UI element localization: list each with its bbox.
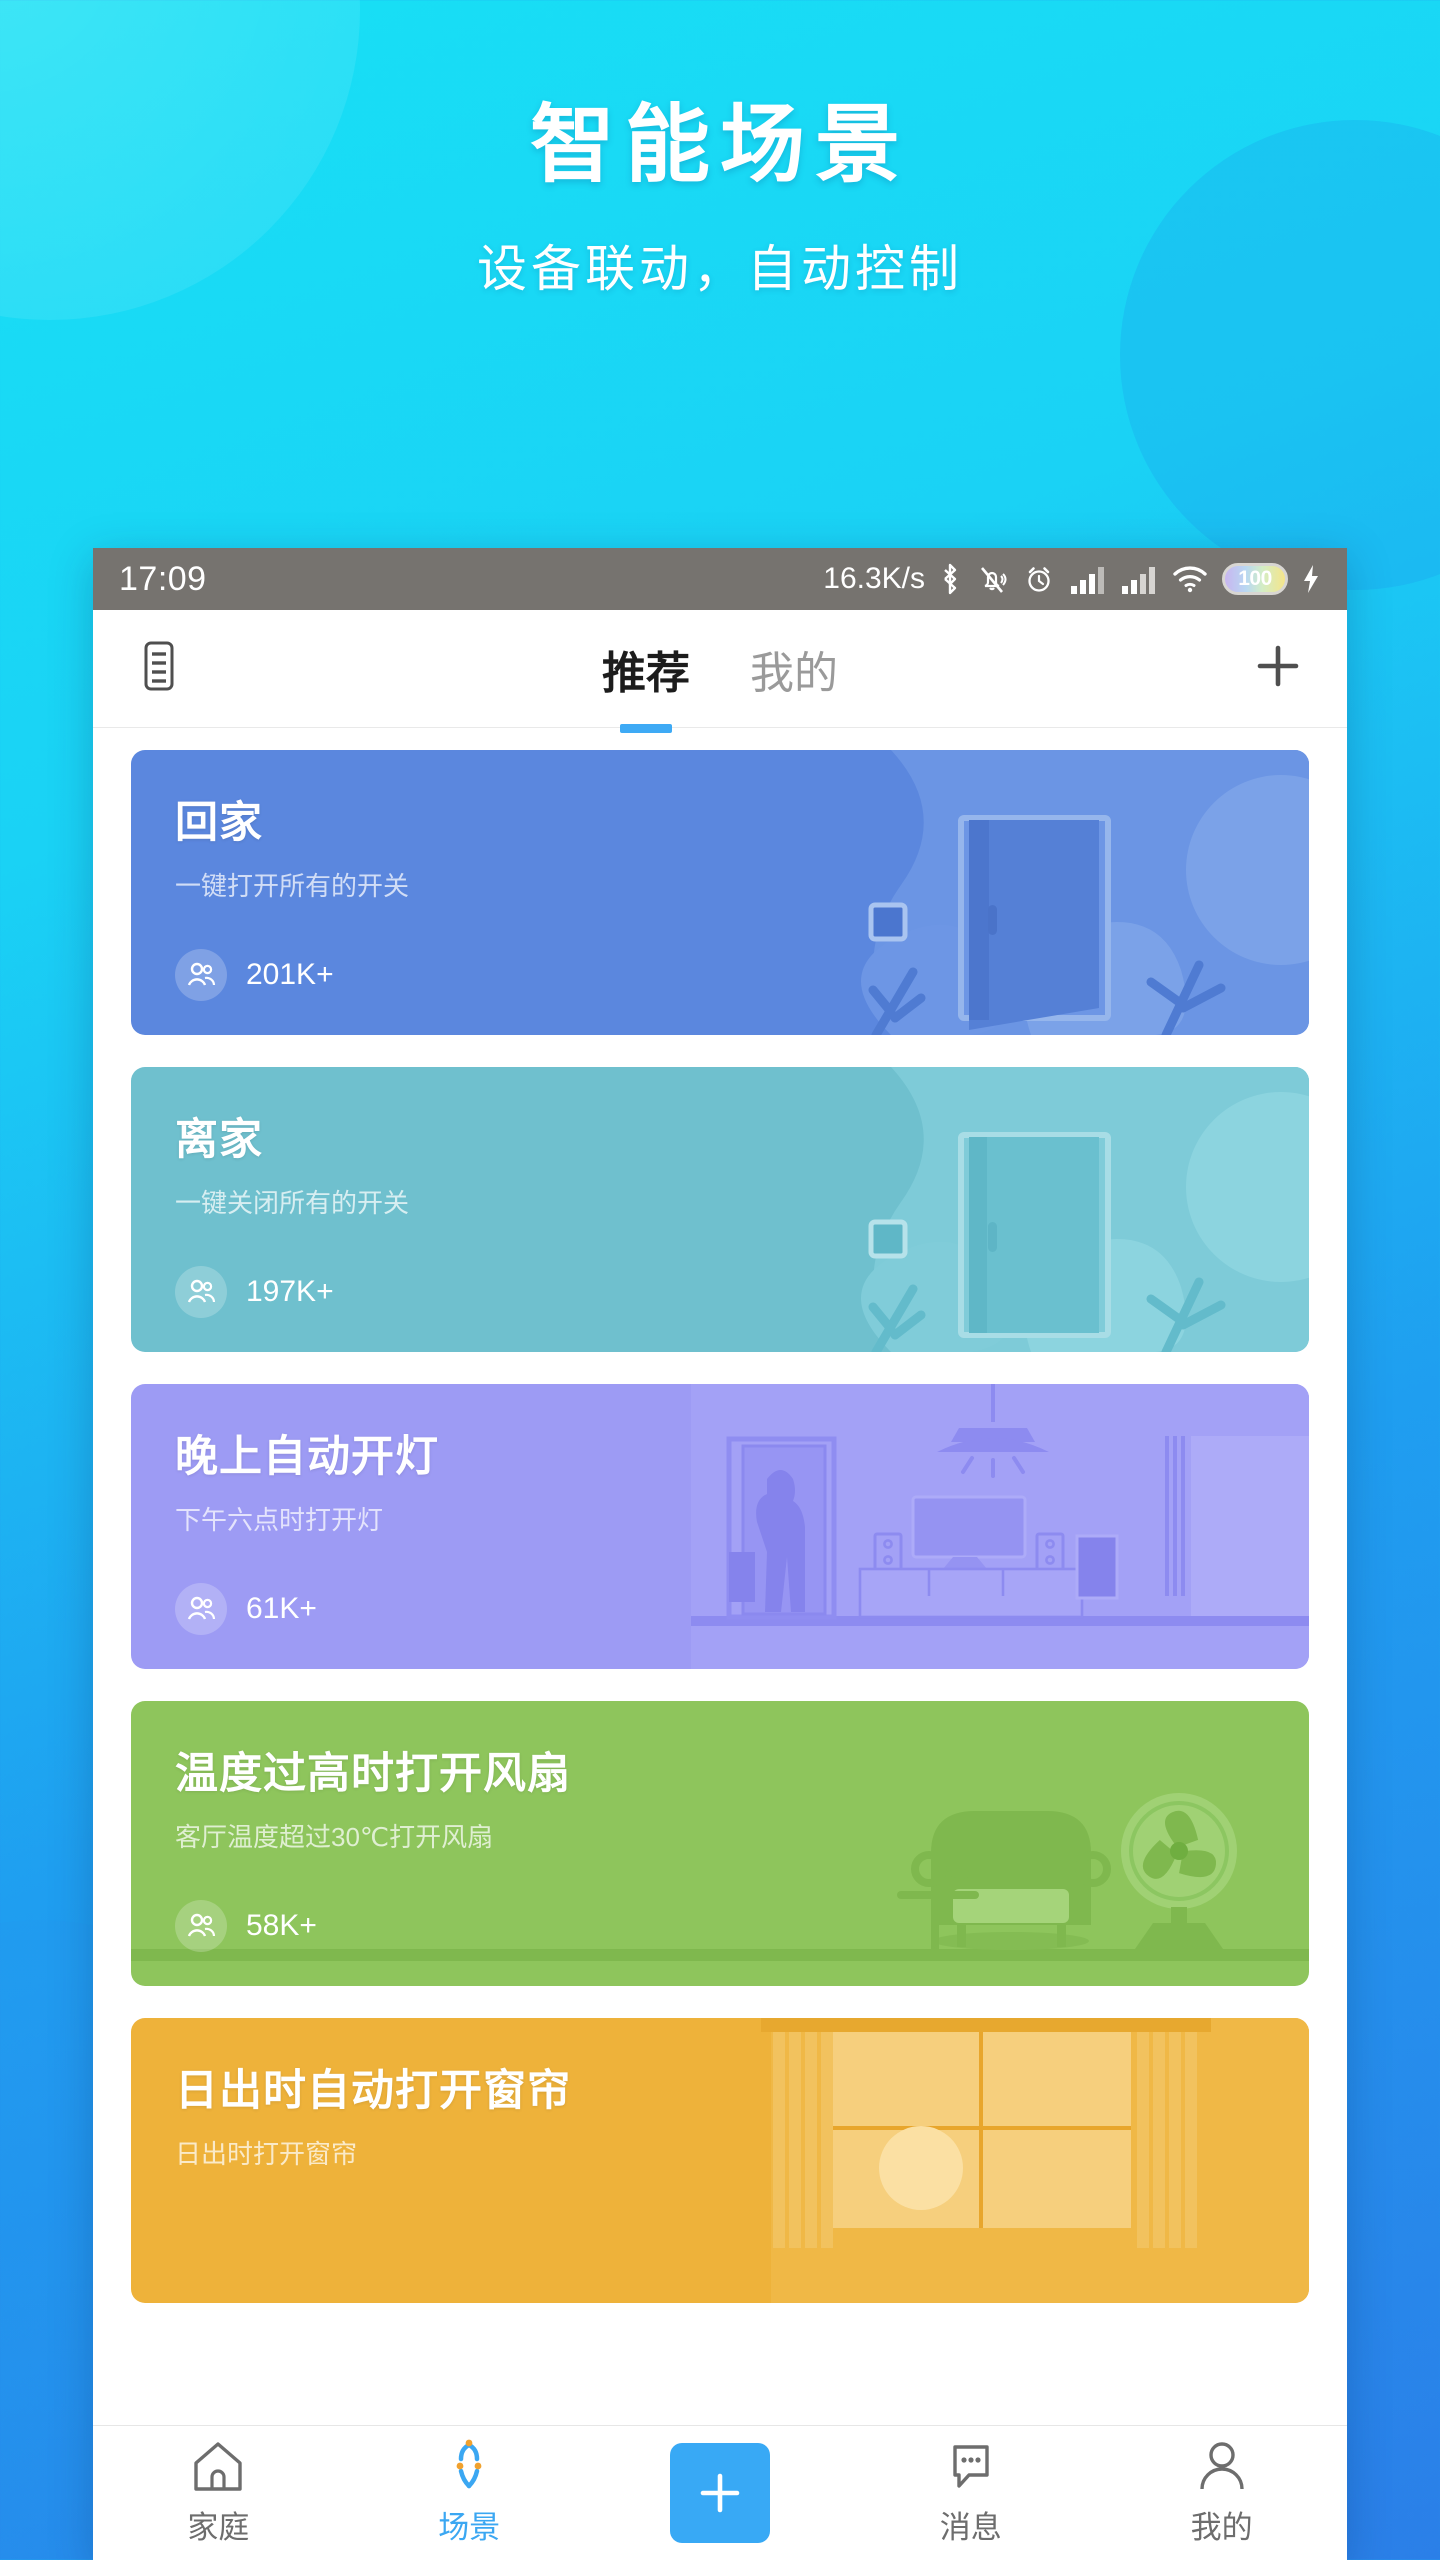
plus-icon — [1257, 645, 1299, 687]
scene-usage-count: 197K+ — [246, 1275, 334, 1308]
scene-subtitle: 一键打开所有的开关 — [175, 871, 410, 901]
scene-subtitle: 客厅温度超过30℃打开风扇 — [175, 1822, 494, 1852]
nav-label: 消息 — [939, 2510, 1002, 2545]
nav-add-button[interactable] — [595, 2443, 846, 2543]
plus-icon — [700, 2473, 740, 2513]
scene-usage-count: 201K+ — [246, 958, 334, 991]
nav-item-home[interactable]: 家庭 — [93, 2439, 344, 2547]
scene-card-text: 晚上自动开灯 下午六点时打开灯 — [131, 1384, 1309, 1537]
silent-bell-icon — [981, 567, 1007, 593]
signal-bars-icon — [1071, 567, 1104, 594]
nav-label: 场景 — [438, 2510, 501, 2545]
scene-card-text: 回家 一键打开所有的开关 — [131, 750, 1309, 903]
nav-label: 家庭 — [187, 2510, 250, 2545]
scene-card-night-light[interactable]: 晚上自动开灯 下午六点时打开灯 61K+ — [131, 1384, 1309, 1669]
scene-subtitle: 日出时打开窗帘 — [175, 2139, 358, 2169]
signal-bars-2-icon — [1122, 567, 1155, 594]
promo-header: 智能场景 设备联动，自动控制 — [0, 0, 1440, 301]
bluetooth-icon — [944, 563, 957, 595]
battery-icon: 100 — [1222, 563, 1288, 595]
scene-title: 日出时自动打开窗帘 — [175, 2067, 571, 2115]
people-icon — [175, 1900, 227, 1952]
scene-card-text: 日出时自动打开窗帘 日出时打开窗帘 — [131, 2018, 1309, 2171]
scene-usage-badge: 201K+ — [175, 949, 334, 1001]
list-menu-icon[interactable] — [137, 639, 181, 698]
scene-subtitle: 下午六点时打开灯 — [175, 1505, 384, 1535]
tab-mine[interactable]: 我的 — [740, 637, 848, 701]
scene-list[interactable]: 回家 一键打开所有的开关 201K+ 离家 一键关闭所有的开关 197K+ 晚上… — [93, 728, 1347, 2425]
scene-usage-badge: 58K+ — [175, 1900, 317, 1952]
network-speed-label: 16.3K/s — [823, 562, 925, 595]
status-bar: 17:09 16.3K/s 100 — [93, 548, 1347, 610]
charging-bolt-icon — [1304, 565, 1318, 593]
scene-card-text: 温度过高时打开风扇 客厅温度超过30℃打开风扇 — [131, 1701, 1309, 1854]
status-time: 17:09 — [119, 559, 207, 598]
tab-group: 推荐 我的 — [93, 637, 1347, 701]
top-tab-bar: 推荐 我的 — [93, 610, 1347, 728]
nav-item-scene[interactable]: 场景 — [344, 2439, 595, 2547]
page-subtitle: 设备联动，自动控制 — [477, 241, 963, 297]
tab-recommended[interactable]: 推荐 — [592, 637, 700, 701]
scene-usage-badge: 197K+ — [175, 1266, 334, 1318]
battery-level: 100 — [1238, 567, 1272, 590]
bottom-navigation: 家庭 场景 消息 我的 — [93, 2425, 1347, 2560]
scene-card-go-home[interactable]: 回家 一键打开所有的开关 201K+ — [131, 750, 1309, 1035]
scene-usage-count: 58K+ — [246, 1909, 317, 1942]
scene-card-text: 离家 一键关闭所有的开关 — [131, 1067, 1309, 1220]
add-button[interactable] — [669, 2443, 770, 2543]
alarm-clock-icon — [1028, 567, 1050, 592]
nav-item-message[interactable]: 消息 — [845, 2439, 1096, 2547]
scene-card-leave-home[interactable]: 离家 一键关闭所有的开关 197K+ — [131, 1067, 1309, 1352]
status-icons: 16.3K/s 100 — [823, 562, 1321, 596]
scene-title: 晚上自动开灯 — [175, 1433, 439, 1481]
person-icon — [1199, 2442, 1244, 2490]
message-bubble-icon — [953, 2445, 989, 2488]
wifi-icon — [1173, 566, 1207, 593]
scene-subtitle: 一键关闭所有的开关 — [175, 1188, 410, 1218]
scene-diamond-icon — [456, 2439, 482, 2489]
scene-title: 回家 — [175, 799, 263, 847]
scene-usage-count: 61K+ — [246, 1592, 317, 1625]
nav-item-profile[interactable]: 我的 — [1096, 2439, 1347, 2547]
scene-title: 离家 — [175, 1116, 263, 1164]
nav-label: 我的 — [1190, 2510, 1253, 2545]
add-scene-button[interactable] — [1253, 641, 1303, 696]
scene-usage-badge: 61K+ — [175, 1583, 317, 1635]
scene-card-fan-on-hot[interactable]: 温度过高时打开风扇 客厅温度超过30℃打开风扇 58K+ — [131, 1701, 1309, 1986]
people-icon — [175, 949, 227, 1001]
home-icon — [194, 2442, 243, 2491]
page-title: 智能场景 — [529, 98, 910, 193]
people-icon — [175, 1266, 227, 1318]
phone-screen: 17:09 16.3K/s 100 推荐 我的 回家 一键打开所有的开关 201… — [93, 548, 1347, 2560]
people-icon — [175, 1583, 227, 1635]
scene-card-curtain-sunrise[interactable]: 日出时自动打开窗帘 日出时打开窗帘 — [131, 2018, 1309, 2303]
scene-title: 温度过高时打开风扇 — [175, 1750, 571, 1798]
